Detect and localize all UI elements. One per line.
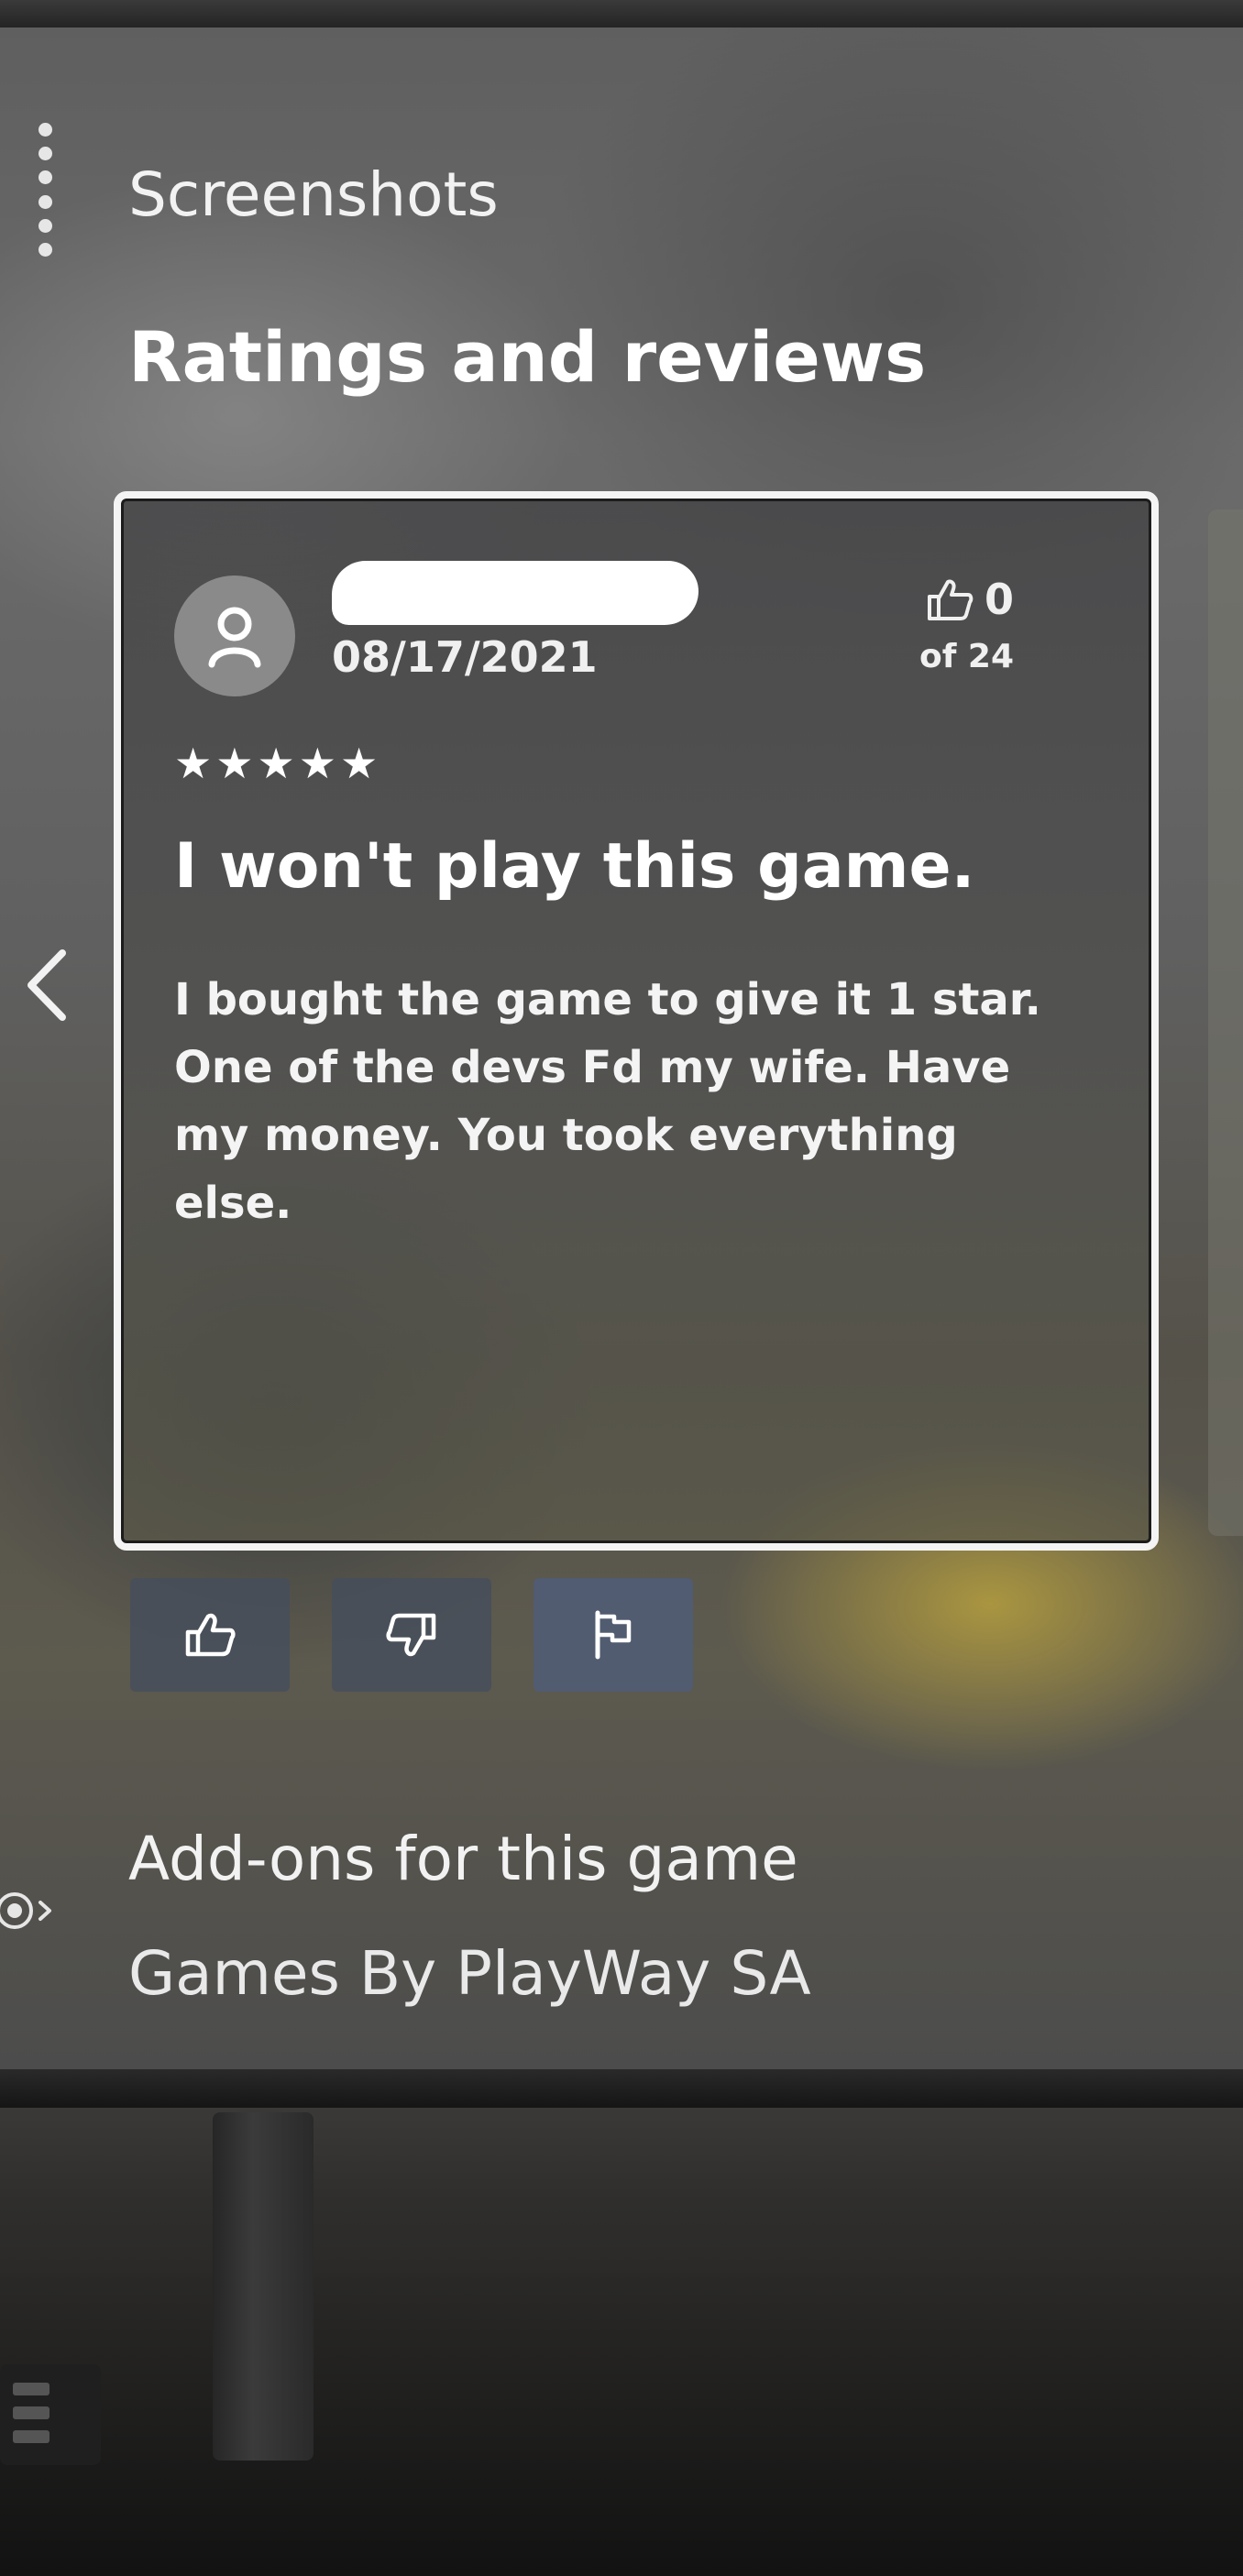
- star-icon: ★: [257, 739, 295, 788]
- star-icon: ★: [215, 739, 254, 788]
- helpful-button[interactable]: [130, 1578, 290, 1692]
- star-rating: ★ ★ ★ ★ ★: [174, 742, 378, 784]
- not-helpful-button[interactable]: [332, 1578, 491, 1692]
- tv-stand-shelf: [0, 2273, 1243, 2576]
- store-page: Screenshots Ratings and reviews 08/17/20…: [0, 0, 1243, 2071]
- flag-icon: [595, 1610, 632, 1660]
- review-date: 08/17/2021: [332, 632, 598, 682]
- star-icon: ★: [340, 739, 379, 788]
- thumbs-up-icon: [927, 579, 974, 620]
- remote-control: [0, 2364, 101, 2465]
- helpful-count: 0: [926, 574, 1014, 625]
- thumbs-up-icon: [185, 1613, 236, 1657]
- star-icon: ★: [174, 739, 213, 788]
- tv-stand-neck: [213, 2112, 314, 2461]
- chevron-left-icon[interactable]: [20, 944, 75, 1026]
- review-title: I won't play this game.: [174, 830, 975, 903]
- helpful-count-value: 0: [984, 575, 1014, 624]
- ratings-heading: Ratings and reviews: [128, 316, 927, 398]
- helpful-total: of 24: [918, 638, 1014, 675]
- user-icon: [208, 607, 261, 668]
- review-body: I bought the game to give it 1 star. One…: [174, 974, 1041, 1229]
- avatar: [174, 575, 295, 696]
- publisher-link[interactable]: Games By PlayWay SA: [128, 1938, 811, 2009]
- left-panel-toggle-icon[interactable]: [0, 1888, 64, 1934]
- username-redacted: [332, 561, 698, 625]
- next-review-card-edge[interactable]: [1208, 510, 1243, 1536]
- addons-link[interactable]: Add-ons for this game: [128, 1824, 798, 1894]
- report-button[interactable]: [534, 1578, 693, 1692]
- review-card[interactable]: 08/17/2021 0 of 24 ★ ★ ★ ★ ★ I won't pla…: [114, 491, 1159, 1551]
- star-icon: ★: [298, 739, 336, 788]
- more-vertical-icon[interactable]: [38, 123, 52, 257]
- screenshots-link[interactable]: Screenshots: [128, 159, 499, 230]
- review-actions: [130, 1578, 693, 1692]
- thumbs-down-icon: [386, 1613, 436, 1657]
